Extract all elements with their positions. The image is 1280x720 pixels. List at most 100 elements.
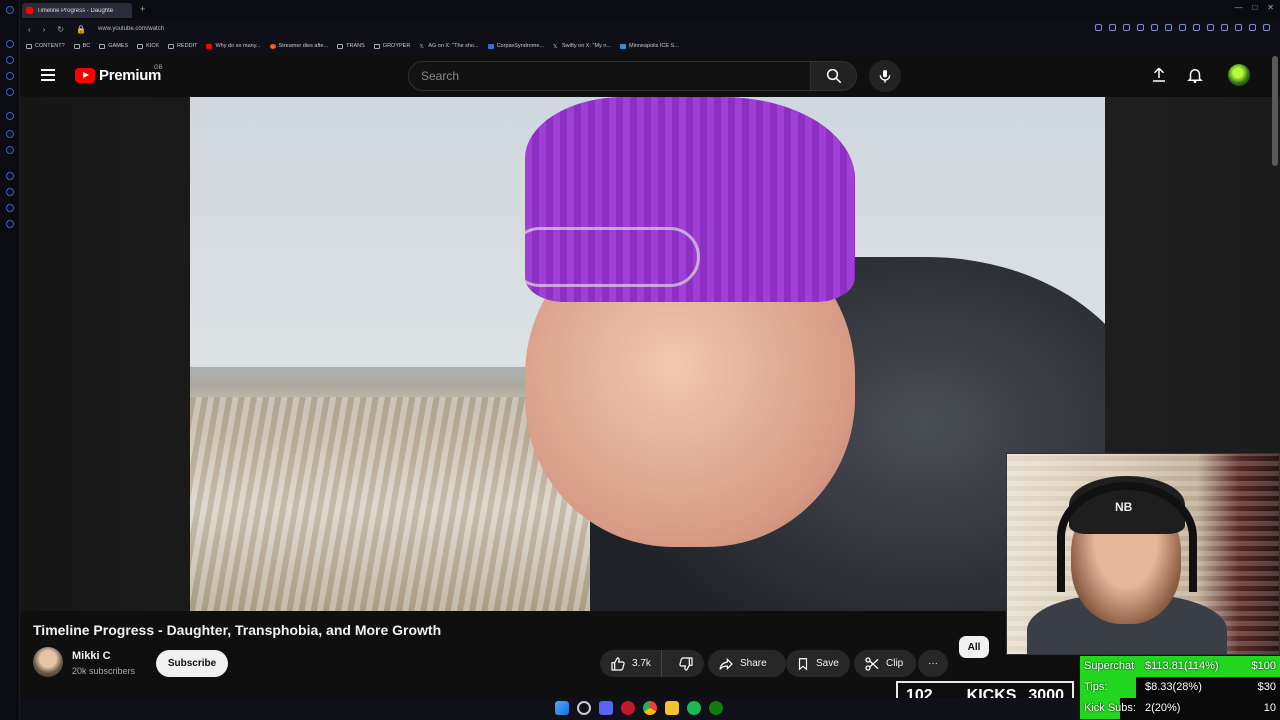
- stat-row-superchat: Superchat $113.81(114%) $100: [1080, 656, 1280, 677]
- subscriber-count: 20k subscribers: [72, 666, 136, 676]
- save-button[interactable]: Save: [786, 650, 850, 677]
- stat-label: Superchat: [1084, 660, 1135, 672]
- like-button[interactable]: 3.7k: [600, 650, 663, 677]
- folder-icon: [373, 43, 380, 49]
- bookmark-item[interactable]: Minneapolis ICE S...: [620, 43, 679, 49]
- sidebar-app-icon[interactable]: [6, 56, 14, 64]
- xbox-icon[interactable]: [709, 701, 723, 715]
- folder-icon: [99, 43, 106, 49]
- zoom-icon[interactable]: [1095, 24, 1102, 31]
- extension-icon[interactable]: [1235, 24, 1242, 31]
- shield-icon[interactable]: [1151, 24, 1158, 31]
- play-icon[interactable]: [1193, 24, 1200, 31]
- search-button[interactable]: [811, 61, 857, 91]
- reload-icon[interactable]: ↻: [57, 25, 64, 34]
- extension-icon[interactable]: [1165, 24, 1172, 31]
- more-icon: ···: [928, 658, 938, 669]
- clip-button[interactable]: Clip: [854, 650, 916, 677]
- back-icon[interactable]: ‹: [28, 25, 31, 34]
- youtube-premium-logo[interactable]: Premium: [75, 67, 161, 84]
- bookmark-item[interactable]: GROYPER: [373, 43, 410, 49]
- sidebar-app-icon[interactable]: [6, 40, 14, 48]
- stat-goal: $30: [1257, 681, 1276, 693]
- subscribe-button[interactable]: Subscribe: [156, 650, 228, 677]
- video-person-glasses: [510, 227, 700, 287]
- site-favicon-icon: [620, 43, 626, 49]
- bookmark-item[interactable]: Why do so many...: [206, 43, 261, 49]
- sidebar-app-icon[interactable]: [6, 72, 14, 80]
- bookmark-item[interactable]: BC: [73, 43, 90, 49]
- minimize-icon[interactable]: —: [1234, 3, 1242, 12]
- extension-icon[interactable]: [1123, 24, 1130, 31]
- folder-icon: [337, 43, 344, 49]
- bookmark-icon: [798, 657, 808, 670]
- bookmark-item[interactable]: 𝕏 Swifty on X: "My n...: [553, 43, 611, 50]
- sidebar-app-icon[interactable]: [6, 130, 14, 138]
- region-code: GB: [154, 65, 163, 71]
- bookmark-item[interactable]: KICK: [137, 43, 159, 49]
- sidebar-app-icon[interactable]: [6, 172, 14, 180]
- browser-tab-active[interactable]: Timeline Progress - Daughte: [22, 3, 132, 18]
- extension-icon[interactable]: [1137, 24, 1144, 31]
- url-field[interactable]: www.youtube.com/watch: [98, 26, 164, 32]
- notifications-button[interactable]: [1184, 64, 1206, 86]
- bookmark-item[interactable]: TRANS: [337, 43, 365, 49]
- bookmark-item[interactable]: CONTENT?: [26, 43, 65, 49]
- forward-icon[interactable]: ›: [43, 25, 46, 34]
- voice-search-button[interactable]: [869, 60, 901, 92]
- browser-logo-icon[interactable]: [6, 6, 14, 14]
- spotify-icon[interactable]: [687, 701, 701, 715]
- bookmark-item[interactable]: Streamer dies afte...: [269, 43, 328, 49]
- bookmark-item[interactable]: CorpseSyndrome...: [487, 43, 544, 49]
- maximize-icon[interactable]: □: [1252, 3, 1257, 12]
- bookmark-item[interactable]: REDDIT: [168, 43, 197, 49]
- taskbar-search-icon[interactable]: [577, 701, 591, 715]
- discord-icon[interactable]: [599, 701, 613, 715]
- filter-chip-all[interactable]: All: [959, 636, 989, 658]
- share-button[interactable]: Share: [708, 650, 786, 677]
- extension-icon[interactable]: [1221, 24, 1228, 31]
- chrome-icon[interactable]: [643, 701, 657, 715]
- extension-icon[interactable]: [1249, 24, 1256, 31]
- thumbs-up-icon: [611, 656, 625, 671]
- video-player[interactable]: [190, 97, 1105, 611]
- stat-row-kick-subs: Kick Subs: 2(20%) 10: [1080, 698, 1280, 719]
- ai-icon[interactable]: [1263, 24, 1270, 31]
- opera-icon[interactable]: [621, 701, 635, 715]
- share-label: Share: [740, 658, 767, 669]
- extension-icon[interactable]: [1109, 24, 1116, 31]
- sidebar-app-icon[interactable]: [6, 112, 14, 120]
- windows-start-icon[interactable]: [555, 701, 569, 715]
- file-explorer-icon[interactable]: [665, 701, 679, 715]
- menu-icon[interactable]: [41, 69, 55, 81]
- sidebar-app-icon[interactable]: [6, 220, 14, 228]
- stat-goal: 10: [1263, 702, 1276, 714]
- new-tab-button[interactable]: +: [140, 4, 145, 14]
- extension-icon[interactable]: [1207, 24, 1214, 31]
- youtube-favicon-icon: [26, 7, 33, 14]
- account-avatar[interactable]: [1228, 64, 1250, 86]
- upload-button[interactable]: [1148, 64, 1170, 86]
- mic-icon: [879, 70, 891, 83]
- bookmark-item[interactable]: GAMES: [99, 43, 128, 49]
- save-label: Save: [816, 658, 839, 669]
- channel-avatar[interactable]: [33, 647, 63, 677]
- heart-icon[interactable]: [1179, 24, 1186, 31]
- sidebar-app-icon[interactable]: [6, 88, 14, 96]
- x-favicon-icon: 𝕏: [419, 43, 424, 50]
- close-icon[interactable]: ✕: [1267, 3, 1274, 12]
- sidebar-app-icon[interactable]: [6, 146, 14, 154]
- address-bar: ‹ › ↻ 🔒 www.youtube.com/watch: [20, 20, 1280, 38]
- extension-icons: [1095, 24, 1270, 31]
- stat-row-tips: Tips: $8.33(28%) $30: [1080, 677, 1280, 698]
- bookmark-item[interactable]: 𝕏 AG on X: "The sho...: [419, 43, 478, 50]
- search-input[interactable]: [421, 69, 810, 83]
- sidebar-app-icon[interactable]: [6, 188, 14, 196]
- dislike-button[interactable]: [668, 650, 704, 677]
- stat-value: $113.81(114%): [1145, 660, 1219, 672]
- more-actions-button[interactable]: ···: [918, 650, 948, 677]
- sidebar-app-icon[interactable]: [6, 204, 14, 212]
- stat-label: Tips:: [1084, 681, 1108, 693]
- page-scrollbar[interactable]: [1272, 56, 1278, 166]
- channel-name[interactable]: Mikki C: [72, 650, 111, 662]
